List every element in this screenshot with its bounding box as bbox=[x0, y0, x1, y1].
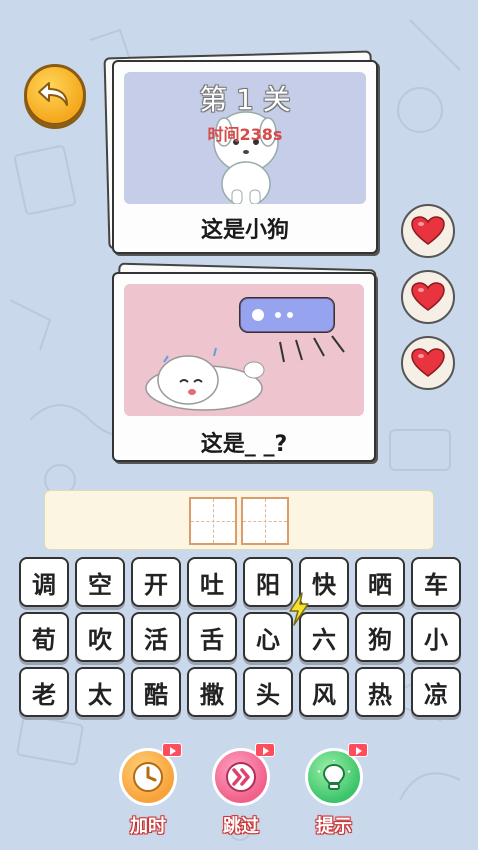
char-button[interactable]: 荀 bbox=[19, 612, 69, 662]
char-button[interactable]: 开 bbox=[131, 557, 181, 607]
answer-bar bbox=[44, 490, 434, 550]
lightning-icon bbox=[289, 592, 309, 626]
level-title: 第 1 关 bbox=[199, 83, 291, 116]
hint-circle bbox=[305, 743, 368, 806]
char-button[interactable]: 活 bbox=[131, 612, 181, 662]
char-button[interactable]: 热 bbox=[355, 667, 405, 717]
char-button[interactable]: 酷 bbox=[131, 667, 181, 717]
card-2: 这是_ _? bbox=[112, 272, 376, 462]
heart-icon bbox=[411, 348, 445, 377]
clock-icon bbox=[133, 762, 163, 792]
char-button[interactable]: 太 bbox=[75, 667, 125, 717]
life-heart-3 bbox=[401, 336, 455, 390]
skip-icon bbox=[226, 762, 256, 792]
dog-lying-hot-illustration bbox=[145, 297, 345, 411]
char-button[interactable]: 凉 bbox=[411, 667, 461, 717]
answer-slot-2[interactable] bbox=[241, 497, 289, 545]
skip-label: 跳过 bbox=[223, 816, 259, 837]
timer-text: 时间238s bbox=[207, 125, 283, 144]
char-button[interactable]: 空 bbox=[75, 557, 125, 607]
hint-button[interactable]: 提示 bbox=[302, 743, 368, 838]
life-heart-2 bbox=[401, 270, 455, 324]
card-2-image bbox=[124, 284, 364, 416]
char-button[interactable]: 车 bbox=[411, 557, 461, 607]
skip-button[interactable]: 跳过 bbox=[209, 743, 275, 838]
lightbulb-icon bbox=[317, 760, 351, 790]
heart-icon bbox=[411, 216, 445, 245]
char-button[interactable]: 阳 bbox=[243, 557, 293, 607]
answer-slot-1[interactable] bbox=[189, 497, 237, 545]
add-time-circle bbox=[119, 743, 182, 806]
back-arrow-icon bbox=[38, 82, 68, 106]
hint-label: 提示 bbox=[316, 816, 352, 837]
char-button[interactable]: 狗 bbox=[355, 612, 405, 662]
char-button[interactable]: 吐 bbox=[187, 557, 237, 607]
card-2-caption: 这是_ _? bbox=[200, 432, 288, 457]
char-button[interactable]: 舌 bbox=[187, 612, 237, 662]
char-button[interactable]: 心 bbox=[243, 612, 293, 662]
char-button[interactable]: 调 bbox=[19, 557, 69, 607]
video-ad-icon bbox=[255, 743, 275, 757]
char-button[interactable]: 老 bbox=[19, 667, 69, 717]
skip-circle bbox=[212, 743, 275, 806]
video-ad-icon bbox=[348, 743, 368, 757]
card-1-image: 第 1 关 时间238s bbox=[124, 72, 366, 204]
char-button[interactable]: 晒 bbox=[355, 557, 405, 607]
back-button[interactable] bbox=[24, 64, 86, 126]
life-heart-1 bbox=[401, 204, 455, 258]
char-button[interactable]: 小 bbox=[411, 612, 461, 662]
char-button[interactable]: 吹 bbox=[75, 612, 125, 662]
add-time-button[interactable]: 加时 bbox=[116, 743, 182, 838]
heart-icon bbox=[411, 282, 445, 311]
char-button[interactable]: 头 bbox=[243, 667, 293, 717]
video-ad-icon bbox=[162, 743, 182, 757]
card-1-caption: 这是小狗 bbox=[200, 218, 289, 243]
char-button[interactable]: 撒 bbox=[187, 667, 237, 717]
add-time-label: 加时 bbox=[130, 816, 166, 837]
card-1: 第 1 关 时间238s 这是小狗 bbox=[112, 60, 378, 254]
char-button[interactable]: 风 bbox=[299, 667, 349, 717]
